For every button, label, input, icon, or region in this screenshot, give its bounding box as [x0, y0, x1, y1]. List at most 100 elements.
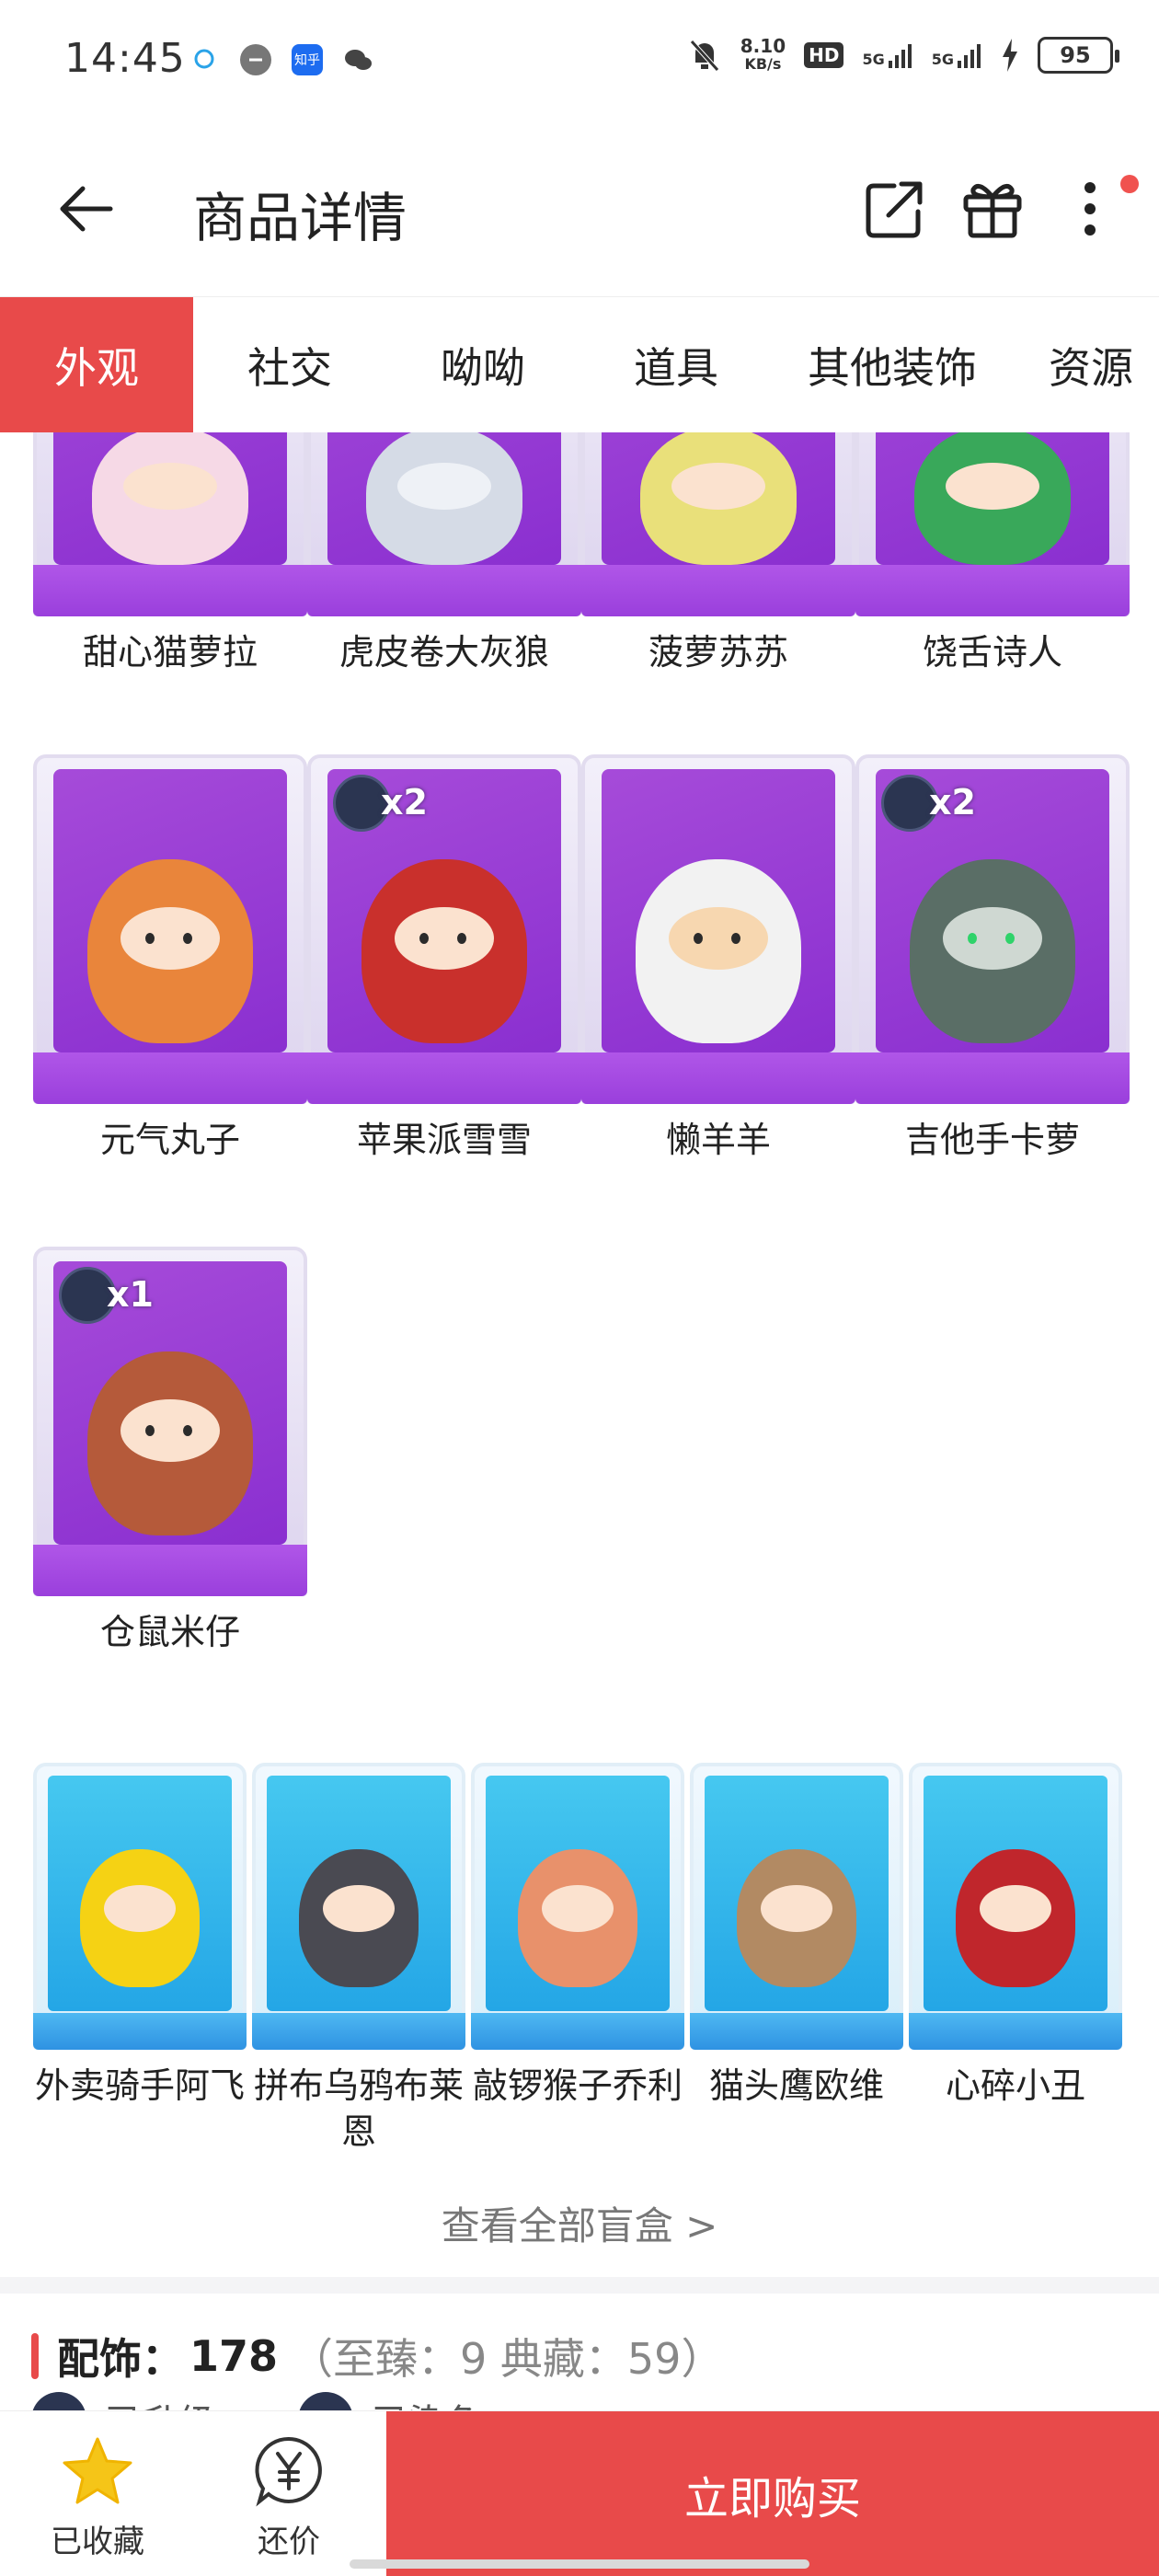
item-name: 仓鼠米仔	[99, 1612, 240, 1652]
item-name: 苹果派雪雪	[356, 1120, 532, 1160]
item-name: 元气丸子	[99, 1120, 240, 1160]
figure-image	[518, 1849, 637, 1987]
badge-count: x2	[929, 782, 976, 822]
badge-count: x2	[381, 782, 428, 822]
tab-props[interactable]: 道具	[580, 297, 773, 432]
hd-indicator: HD	[804, 42, 844, 68]
item-card[interactable]: 心碎小丑	[909, 1763, 1122, 2109]
figure-image	[361, 859, 527, 1043]
accessory-tags: 已升级 已染色	[31, 2392, 482, 2410]
bottom-action-bar: 已收藏 还价 立即购买	[0, 2410, 1159, 2576]
figure-image	[636, 859, 801, 1043]
figure-image	[87, 859, 253, 1043]
item-name: 外卖骑手阿飞	[34, 2065, 245, 2106]
tab-resources[interactable]: 资源	[1012, 297, 1159, 432]
view-all-blindbox-link[interactable]: 查看全部盲盒 >	[0, 2195, 1159, 2251]
dye-icon	[298, 2392, 353, 2410]
bargain-button[interactable]: 还价	[197, 2411, 381, 2576]
back-arrow-icon[interactable]	[55, 177, 120, 241]
tab-appearance[interactable]: 外观	[0, 297, 193, 432]
section-marker	[31, 2333, 39, 2379]
notification-icons: 知乎	[189, 44, 374, 75]
item-card[interactable]: 菠萝苏苏	[581, 432, 855, 675]
figure-image	[87, 1351, 253, 1535]
item-card[interactable]: 饶舌诗人	[855, 432, 1130, 675]
figure-image	[92, 432, 248, 565]
favorite-button[interactable]: 已收藏	[6, 2411, 189, 2576]
section-divider	[0, 2277, 1159, 2294]
yuan-bubble-icon	[255, 2436, 322, 2507]
gift-icon[interactable]	[958, 175, 1027, 243]
item-name: 懒羊羊	[665, 1120, 771, 1160]
battery-indicator: 95	[1038, 37, 1119, 74]
figure-image	[737, 1849, 856, 1987]
signal-1: 5G	[862, 42, 912, 68]
item-box: x2	[307, 754, 581, 1104]
item-box	[33, 1763, 247, 2050]
zhihu-icon: 知乎	[292, 44, 323, 75]
item-card[interactable]: 元气丸子	[33, 754, 307, 1163]
accessory-detail: （至臻：9 典藏：59）	[291, 2334, 724, 2384]
badge-count: x1	[107, 1274, 154, 1315]
wechat-icon	[343, 44, 374, 75]
item-card[interactable]: 拼布乌鸦布莱恩	[252, 1763, 465, 2155]
item-name: 甜心猫萝拉	[82, 632, 258, 673]
item-box	[33, 432, 307, 616]
figure-image	[914, 432, 1071, 565]
accessory-label: 配饰：	[57, 2334, 184, 2384]
accessory-count: 178	[189, 2331, 279, 2381]
item-box: x2	[855, 754, 1130, 1104]
item-card[interactable]: 虎皮卷大灰狼	[307, 432, 581, 675]
item-name: 吉他手卡萝	[904, 1120, 1080, 1160]
item-card[interactable]: 猫头鹰欧维	[690, 1763, 903, 2109]
figure-image	[299, 1849, 419, 1987]
item-box	[581, 754, 855, 1104]
item-name: 心碎小丑	[945, 2065, 1085, 2106]
item-name: 猫头鹰欧维	[708, 2065, 884, 2106]
buy-now-button[interactable]: 立即购买	[386, 2411, 1159, 2576]
home-indicator[interactable]	[350, 2559, 809, 2569]
notification-dot	[1120, 175, 1139, 193]
item-name: 饶舌诗人	[922, 632, 1062, 673]
tab-social[interactable]: 社交	[193, 297, 386, 432]
item-box	[909, 1763, 1122, 2050]
page-title: 商品详情	[193, 187, 407, 249]
charging-icon	[1003, 39, 1017, 72]
item-card[interactable]: 外卖骑手阿飞	[33, 1763, 247, 2109]
item-card[interactable]: 懒羊羊	[581, 754, 855, 1163]
share-icon[interactable]	[861, 175, 929, 243]
item-box	[33, 754, 307, 1104]
item-name: 菠萝苏苏	[648, 632, 788, 673]
status-bar: 14:45 知乎 8.10 KB/s HD 5G 5G 95	[0, 0, 1159, 121]
item-box	[690, 1763, 903, 2050]
item-box	[581, 432, 855, 616]
item-box	[252, 1763, 465, 2050]
item-name: 虎皮卷大灰狼	[339, 632, 549, 673]
more-icon[interactable]	[1056, 175, 1124, 243]
signal-2: 5G	[932, 42, 982, 68]
item-grid: 甜心猫萝拉 虎皮卷大灰狼 菠萝苏苏 饶舌诗人 元气丸子 x2 苹果派雪雪 懒羊羊…	[0, 432, 1159, 2410]
tag-upgraded: 已升级	[31, 2392, 215, 2410]
item-card[interactable]: 甜心猫萝拉	[33, 432, 307, 675]
item-card[interactable]: 敲锣猴子乔利	[471, 1763, 684, 2109]
item-name: 拼布乌鸦布莱恩	[253, 2065, 464, 2152]
network-speed: 8.10 KB/s	[740, 35, 786, 73]
item-box	[471, 1763, 684, 2050]
qq-icon	[189, 44, 220, 75]
figure-image	[956, 1849, 1075, 1987]
figure-image	[640, 432, 797, 565]
item-card[interactable]: x2 苹果派雪雪	[307, 754, 581, 1163]
item-name: 敲锣猴子乔利	[472, 2065, 683, 2106]
tab-other-decor[interactable]: 其他装饰	[773, 297, 1012, 432]
tab-youyou[interactable]: 呦呦	[386, 297, 580, 432]
category-tabs: 外观 社交 呦呦 道具 其他装饰 资源	[0, 296, 1159, 432]
item-box	[855, 432, 1130, 616]
star-icon	[63, 2437, 132, 2504]
figure-image	[366, 432, 522, 565]
mute-bell-icon	[689, 40, 719, 72]
status-time: 14:45	[64, 35, 186, 82]
item-card[interactable]: x2 吉他手卡萝	[855, 754, 1130, 1163]
item-box	[307, 432, 581, 616]
figure-image	[910, 859, 1075, 1043]
item-card[interactable]: x1 仓鼠米仔	[33, 1247, 307, 1655]
